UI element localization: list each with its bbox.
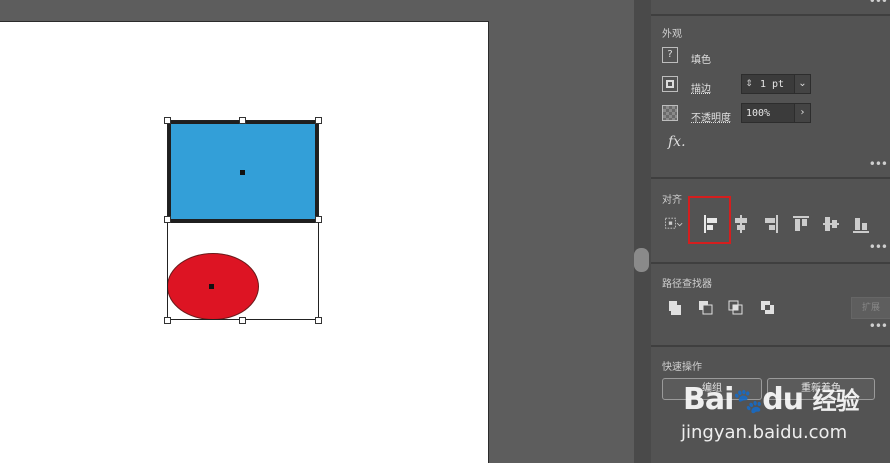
highlight-box	[688, 196, 731, 244]
stroke-label[interactable]: 描边	[691, 80, 711, 95]
minus-front-icon[interactable]	[697, 299, 715, 317]
paw-icon: 🐾	[733, 387, 763, 415]
watermark-brand: Bai	[683, 382, 734, 417]
stroke-weight-field[interactable]: ⇕ 1 pt ⌄	[741, 74, 811, 94]
more-options-icon[interactable]: •••	[869, 0, 888, 8]
stroke-stepper-icon[interactable]: ⇕	[742, 79, 756, 89]
section-divider	[651, 177, 890, 179]
unite-icon[interactable]	[667, 299, 685, 317]
resize-handle-bottom-middle[interactable]	[239, 317, 246, 324]
fill-label[interactable]: 填色	[691, 51, 711, 66]
align-to-icon[interactable]	[663, 211, 683, 237]
watermark-url: jingyan.baidu.com	[681, 422, 848, 443]
chevron-down-icon[interactable]: ⌄	[794, 75, 810, 93]
panel-scrollbar-track[interactable]	[634, 0, 651, 463]
section-divider	[651, 14, 890, 16]
stroke-weight-value[interactable]: 1 pt	[756, 79, 794, 90]
resize-handle-top-middle[interactable]	[239, 117, 246, 124]
resize-handle-top-right[interactable]	[315, 117, 322, 124]
align-right-icon[interactable]	[761, 211, 781, 237]
transparency-icon[interactable]	[662, 105, 678, 121]
chevron-right-icon[interactable]: ›	[794, 104, 810, 122]
stroke-icon[interactable]	[662, 76, 678, 92]
resize-handle-top-left[interactable]	[164, 117, 171, 124]
watermark-suffix: 经验	[812, 387, 860, 415]
baidu-watermark: Bai🐾du 经验	[683, 381, 860, 417]
section-divider	[651, 262, 890, 264]
opacity-label[interactable]: 不透明度	[691, 109, 731, 124]
opacity-field[interactable]: 100% ›	[741, 103, 811, 123]
help-icon[interactable]: ?	[662, 47, 678, 63]
canvas-area[interactable]	[0, 0, 634, 463]
more-options-icon[interactable]: •••	[869, 240, 888, 254]
watermark-brand-tail: du	[762, 382, 804, 417]
section-divider	[651, 345, 890, 347]
exclude-icon[interactable]	[759, 299, 777, 317]
intersect-icon[interactable]	[727, 299, 745, 317]
more-options-icon[interactable]: •••	[869, 319, 888, 333]
rectangle-center-point	[240, 170, 245, 175]
more-options-icon[interactable]: •••	[869, 157, 888, 171]
ellipse-center-point	[209, 284, 214, 289]
fx-icon[interactable]: fx.	[668, 134, 686, 150]
appearance-section-title: 外观	[662, 29, 682, 40]
align-top-icon[interactable]	[791, 211, 811, 237]
pathfinder-section-title: 路径查找器	[662, 279, 712, 290]
opacity-value[interactable]: 100%	[742, 108, 794, 119]
resize-handle-bottom-right[interactable]	[315, 317, 322, 324]
align-bottom-icon[interactable]	[851, 211, 871, 237]
expand-button[interactable]: 扩展	[851, 297, 890, 319]
resize-handle-middle-left[interactable]	[164, 216, 171, 223]
quick-actions-section-title: 快速操作	[662, 362, 702, 373]
resize-handle-middle-right[interactable]	[315, 216, 322, 223]
align-hcenter-icon[interactable]	[731, 211, 751, 237]
align-section-title: 对齐	[662, 195, 682, 206]
selection-bounding-box	[167, 120, 319, 320]
panel-scrollbar-thumb[interactable]	[634, 248, 649, 272]
resize-handle-bottom-left[interactable]	[164, 317, 171, 324]
align-vcenter-icon[interactable]	[821, 211, 841, 237]
